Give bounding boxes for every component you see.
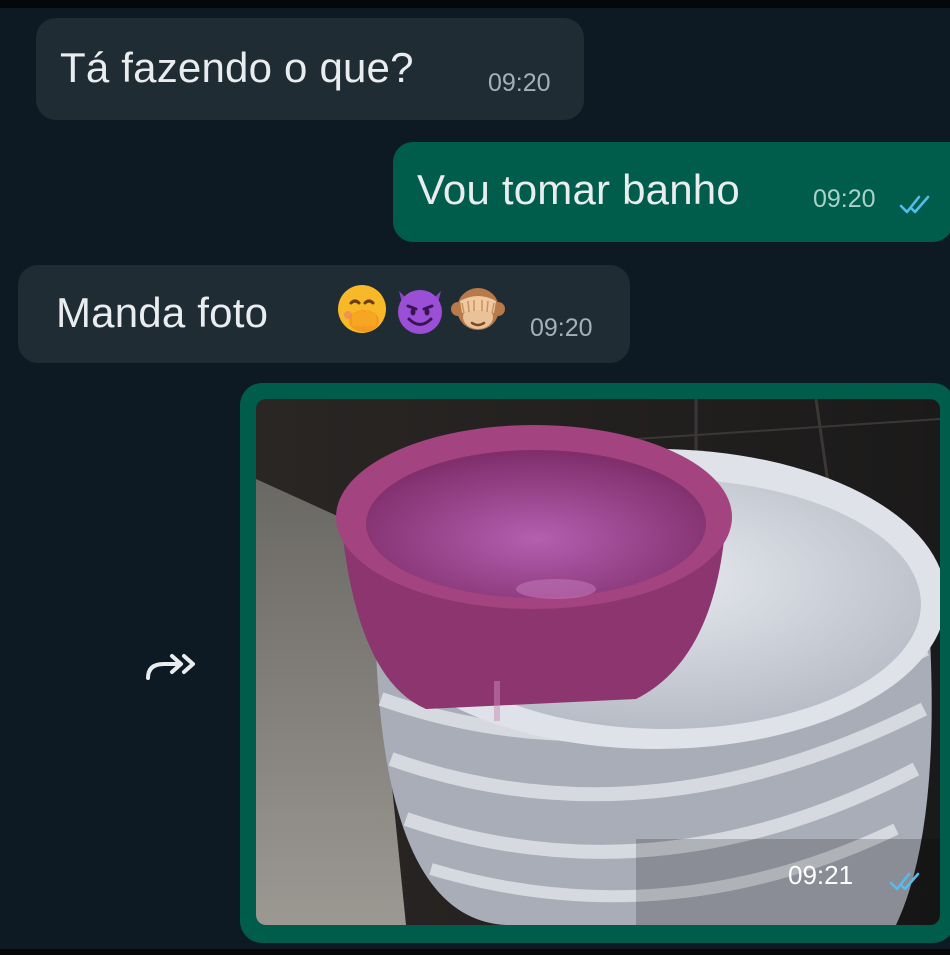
frame-border-bottom [0, 949, 950, 955]
message-text: Tá fazendo o que? [60, 44, 414, 91]
incoming-message-bubble[interactable]: Manda foto 09:20 [18, 265, 630, 363]
smiling-devil-emoji [398, 290, 442, 334]
forward-button[interactable] [118, 620, 226, 712]
message-photo[interactable] [256, 399, 940, 925]
emoji-group [334, 281, 506, 337]
message-text: Manda foto [56, 289, 269, 336]
incoming-message-bubble[interactable]: Tá fazendo o que? 09:20 [36, 18, 584, 120]
hand-over-mouth-emoji [338, 285, 386, 333]
message-time: 09:20 [530, 314, 593, 342]
forward-arrow-icon [146, 654, 195, 680]
see-no-evil-monkey-emoji [451, 288, 505, 330]
photo-basin-on-buckets [256, 399, 940, 925]
message-time: 09:20 [488, 69, 551, 97]
read-ticks-icon [898, 194, 932, 221]
outgoing-image-message[interactable]: 09:21 [240, 383, 950, 943]
read-ticks-icon [888, 871, 922, 898]
message-time: 09:20 [813, 185, 876, 213]
outgoing-message-bubble[interactable]: Vou tomar banho 09:20 [393, 142, 950, 242]
chat-screen: Tá fazendo o que? 09:20 Vou tomar banho … [0, 0, 950, 955]
frame-border-top [0, 0, 950, 8]
message-text: Vou tomar banho [417, 166, 740, 213]
message-time: 09:21 [788, 860, 854, 890]
